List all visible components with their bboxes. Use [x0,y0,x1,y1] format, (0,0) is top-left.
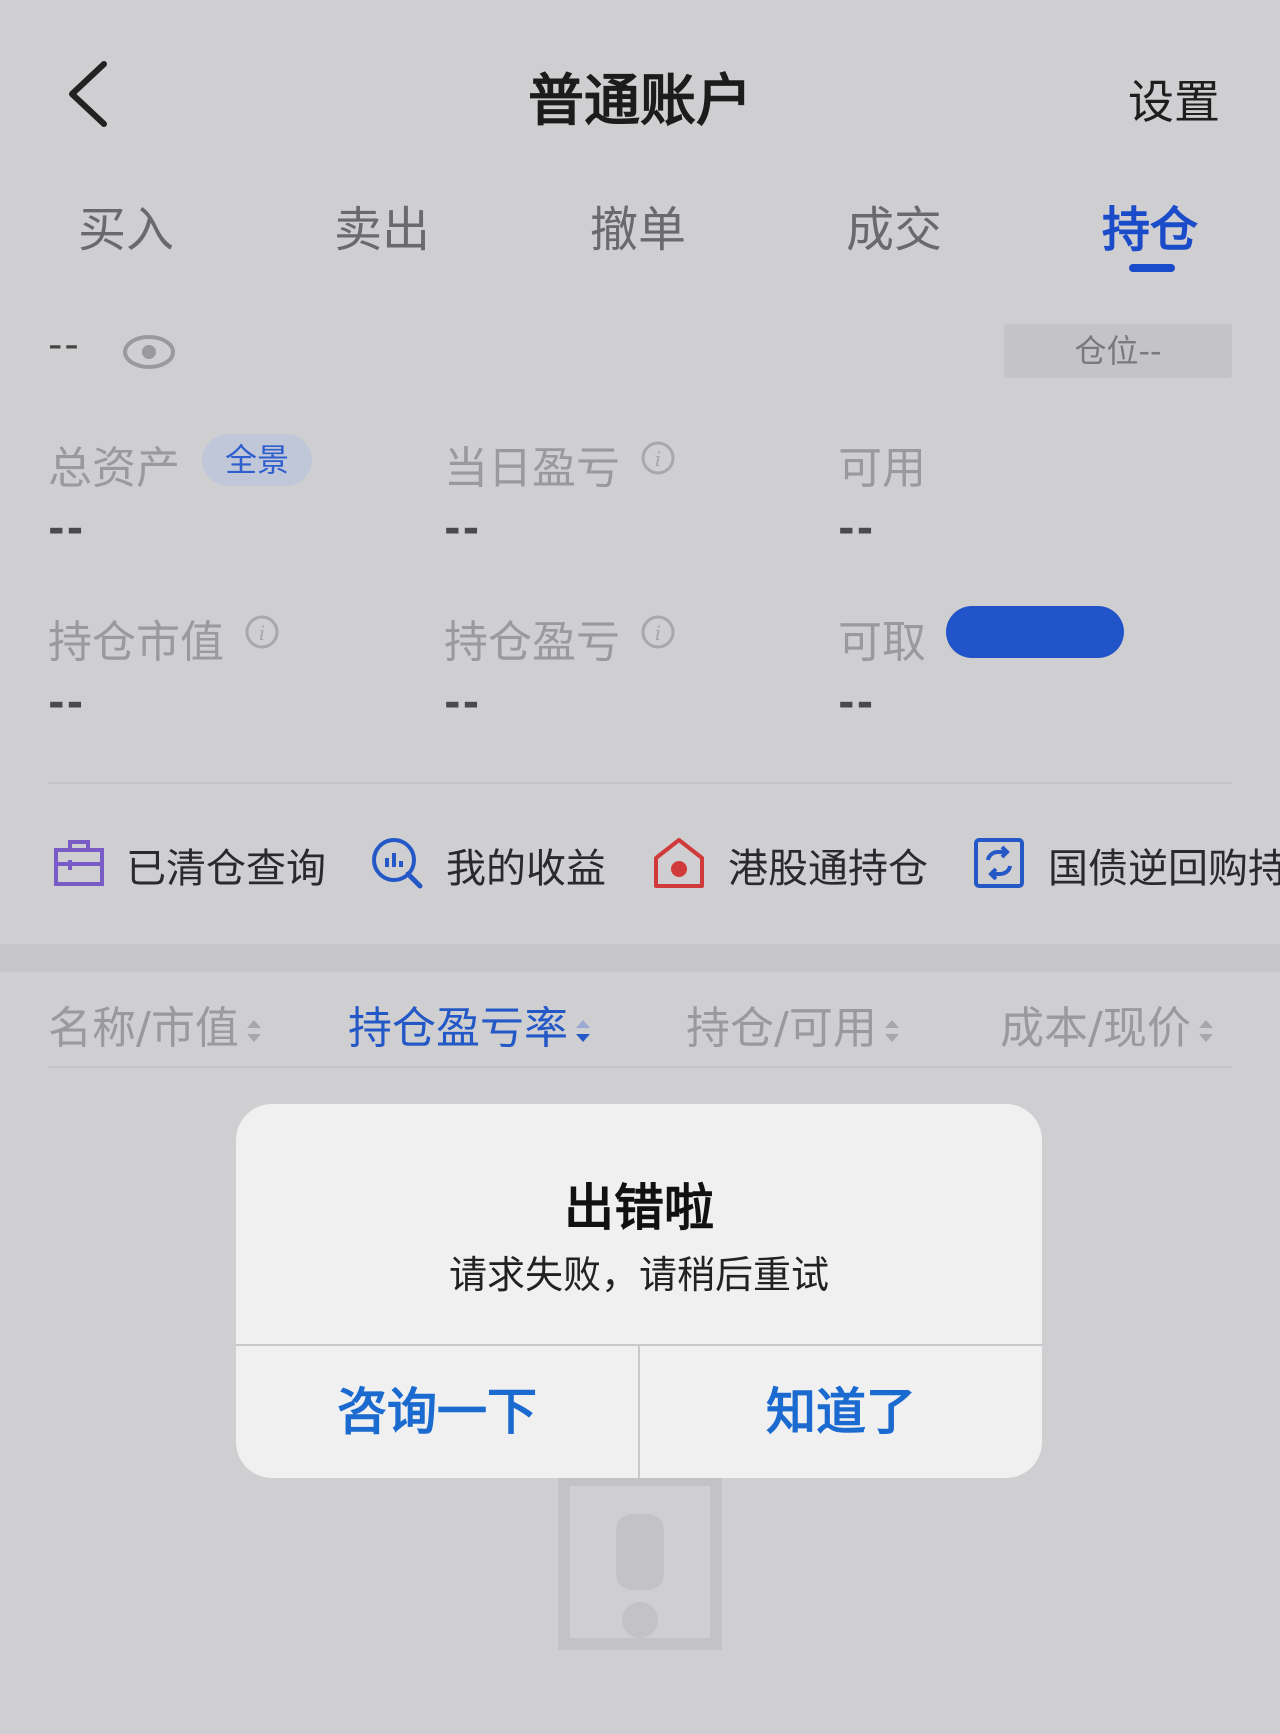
column-label: 名称/市值 [48,1003,239,1054]
tab-indicator [1129,264,1175,272]
divider [48,1066,1232,1068]
svg-text:i: i [655,621,661,645]
column-name-value[interactable]: 名称/市值 [48,992,263,1056]
holdings-page: 普通账户 设置 买入 卖出 撤单 成交 持仓 -- 仓位-- 总资产 全景 --… [0,0,1280,1734]
tab-sell[interactable]: 卖出 [282,190,482,260]
svg-text:i: i [655,447,661,471]
chart-search-icon[interactable] [370,836,424,890]
stat-value-total-assets: -- [48,506,86,552]
sort-icon [576,1020,590,1042]
stat-label-daily-pnl: 当日盈亏 [444,443,620,494]
stat-label-available: 可用 [838,443,926,494]
briefcase-icon[interactable] [52,836,106,890]
consult-button[interactable]: 咨询一下 [236,1346,638,1478]
tab-buy[interactable]: 买入 [26,190,226,260]
empty-state-icon [558,1474,722,1650]
column-pnl-rate[interactable]: 持仓盈亏率 [348,992,592,1056]
sort-icon [246,1020,261,1042]
sort-icon [1198,1020,1213,1042]
stat-value-available: -- [838,506,876,552]
column-holding-available[interactable]: 持仓/可用 [686,992,901,1056]
page-title: 普通账户 [528,69,752,134]
stat-label-holding-pnl: 持仓盈亏 [444,617,620,668]
hk-house-icon[interactable] [652,836,706,890]
shortcut-my-earnings[interactable]: 我的收益 [446,836,606,894]
panorama-pill[interactable]: 全景 [202,434,312,486]
settings-button[interactable]: 设置 [1128,66,1220,132]
stat-value-market-value: -- [48,680,86,726]
shortcut-reverse-repo[interactable]: 国债逆回购持 [1048,836,1280,894]
position-badge: 仓位-- [1004,324,1232,378]
ok-button[interactable]: 知道了 [640,1346,1042,1478]
column-label: 持仓盈亏率 [348,1003,568,1054]
sort-icon [884,1020,899,1042]
eye-icon[interactable] [122,332,176,372]
stat-value-holding-pnl: -- [444,680,482,726]
column-label: 持仓/可用 [686,1003,877,1054]
balance-value: -- [48,322,81,368]
error-dialog: 出错啦 请求失败，请稍后重试 咨询一下 知道了 [236,1104,1042,1478]
stat-value-daily-pnl: -- [444,506,482,552]
stat-label-total-assets: 总资产 [48,443,180,494]
dialog-title: 出错啦 [564,1179,714,1237]
dialog-message: 请求失败，请稍后重试 [448,1253,829,1297]
column-cost-price[interactable]: 成本/现价 [1000,992,1215,1056]
shortcut-hk-connect-holdings[interactable]: 港股通持仓 [728,836,928,894]
withdrawable-pill[interactable] [946,606,1124,658]
repeat-icon[interactable] [972,836,1026,890]
stat-value-withdrawable: -- [838,680,876,726]
stat-label-withdrawable: 可取 [838,617,926,668]
info-icon[interactable]: i [640,614,676,650]
tab-cancel[interactable]: 撤单 [538,190,738,260]
column-label: 成本/现价 [1000,1003,1191,1054]
tab-deals[interactable]: 成交 [794,190,994,260]
section-separator [0,944,1280,972]
svg-text:i: i [259,621,265,645]
stat-label-market-value: 持仓市值 [48,617,224,668]
info-icon[interactable]: i [244,614,280,650]
shortcut-cleared-positions[interactable]: 已清仓查询 [126,836,326,894]
info-icon[interactable]: i [640,440,676,476]
trade-tabs: 买入 卖出 撤单 成交 持仓 [0,190,1280,280]
divider [48,782,1232,784]
tab-holdings[interactable]: 持仓 [1050,190,1250,260]
